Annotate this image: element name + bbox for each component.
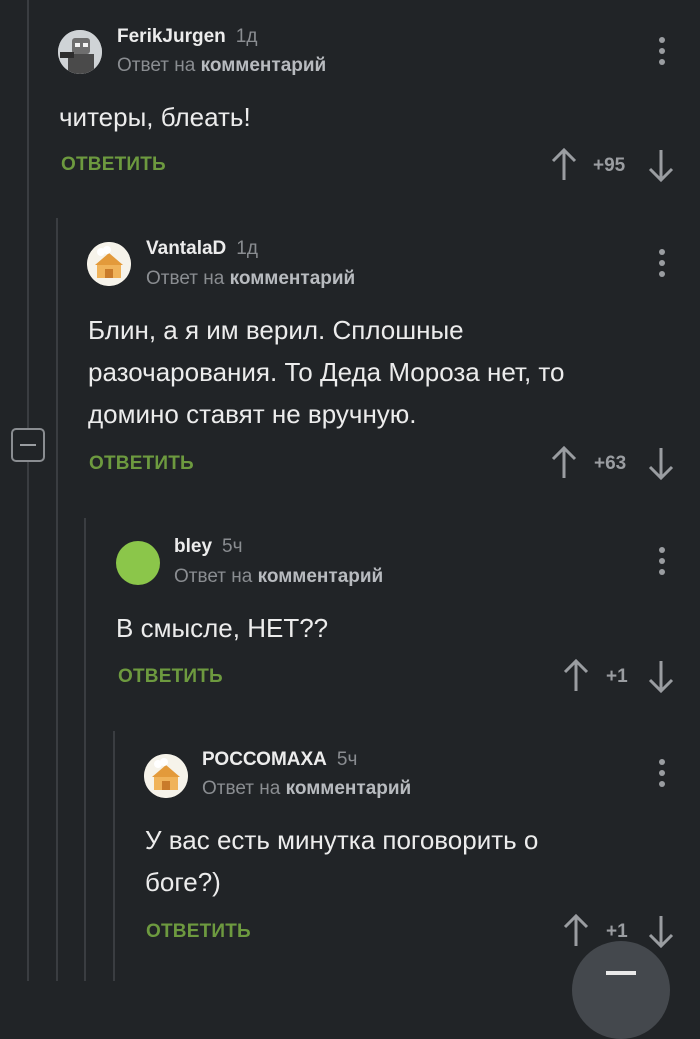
thread-line [84, 518, 86, 981]
robot-avatar-icon[interactable] [58, 30, 102, 74]
thread-line [56, 218, 58, 981]
upvote-arrow-icon[interactable] [563, 659, 589, 693]
reply-button[interactable]: ОТВЕТИТЬ [118, 666, 223, 688]
upvote-arrow-icon[interactable] [563, 914, 589, 948]
author-name[interactable]: РОССОМАХА [202, 749, 327, 770]
downvote-arrow-icon[interactable] [648, 148, 674, 182]
reply-button[interactable]: ОТВЕТИТЬ [89, 453, 194, 475]
upvote-arrow-icon[interactable] [551, 446, 577, 480]
thread-line [113, 731, 115, 981]
comment-time: 1д [235, 26, 258, 47]
default-avatar-icon[interactable] [144, 754, 188, 798]
reply-prefix: Ответ на [174, 566, 253, 587]
reply-prefix: Ответ на [117, 55, 196, 76]
comment-author[interactable]: bley 5ч [174, 536, 243, 558]
author-name[interactable]: VantalaD [146, 238, 226, 259]
floating-action-button[interactable] [572, 941, 670, 1039]
author-name[interactable]: bley [174, 536, 212, 557]
comment-author[interactable]: FerikJurgen 1д [117, 26, 257, 48]
comment-author[interactable]: VantalaD 1д [146, 238, 258, 260]
comment-text: читеры, блеать! [59, 102, 251, 132]
comment-text: Блин, а я им верил. Сплошные разочарован… [88, 315, 565, 429]
comment-time: 1д [236, 238, 258, 259]
default-avatar-icon[interactable] [87, 242, 131, 286]
reply-target-link[interactable]: комментарий [230, 268, 356, 289]
more-options-icon[interactable] [656, 248, 668, 278]
comment-author[interactable]: РОССОМАХА 5ч [202, 749, 357, 771]
reply-info: Ответ на комментарий [146, 268, 355, 290]
reply-info: Ответ на комментарий [117, 55, 326, 77]
collapse-thread-button[interactable] [11, 428, 45, 462]
comment-text: У вас есть минутка поговорить о боге?) [145, 825, 539, 897]
reply-target-link[interactable]: комментарий [201, 55, 327, 76]
reply-prefix: Ответ на [146, 268, 225, 289]
downvote-arrow-icon[interactable] [648, 659, 674, 693]
reply-button[interactable]: ОТВЕТИТЬ [61, 154, 166, 176]
comment-time: 5ч [222, 536, 243, 557]
comment-time: 5ч [336, 749, 358, 770]
compose-icon [606, 971, 636, 981]
more-options-icon[interactable] [656, 546, 668, 576]
more-options-icon[interactable] [656, 36, 668, 66]
thread-line [27, 0, 29, 981]
rating-value: +1 [606, 921, 628, 942]
author-name[interactable]: FerikJurgen [117, 26, 226, 47]
reply-info: Ответ на комментарий [202, 778, 411, 800]
downvote-arrow-icon[interactable] [648, 446, 674, 480]
reply-target-link[interactable]: комментарий [286, 778, 412, 799]
more-options-icon[interactable] [656, 758, 668, 788]
rating-value: +95 [593, 155, 626, 176]
downvote-arrow-icon[interactable] [648, 914, 674, 948]
reply-button[interactable]: ОТВЕТИТЬ [146, 921, 251, 943]
reply-info: Ответ на комментарий [174, 566, 383, 588]
green-circle-avatar-icon[interactable] [116, 541, 160, 585]
rating-value: +63 [594, 453, 627, 474]
rating-value: +1 [606, 666, 628, 687]
reply-prefix: Ответ на [202, 778, 281, 799]
reply-target-link[interactable]: комментарий [258, 566, 384, 587]
upvote-arrow-icon[interactable] [551, 148, 577, 182]
comment-text: В смысле, НЕТ?? [116, 613, 329, 643]
